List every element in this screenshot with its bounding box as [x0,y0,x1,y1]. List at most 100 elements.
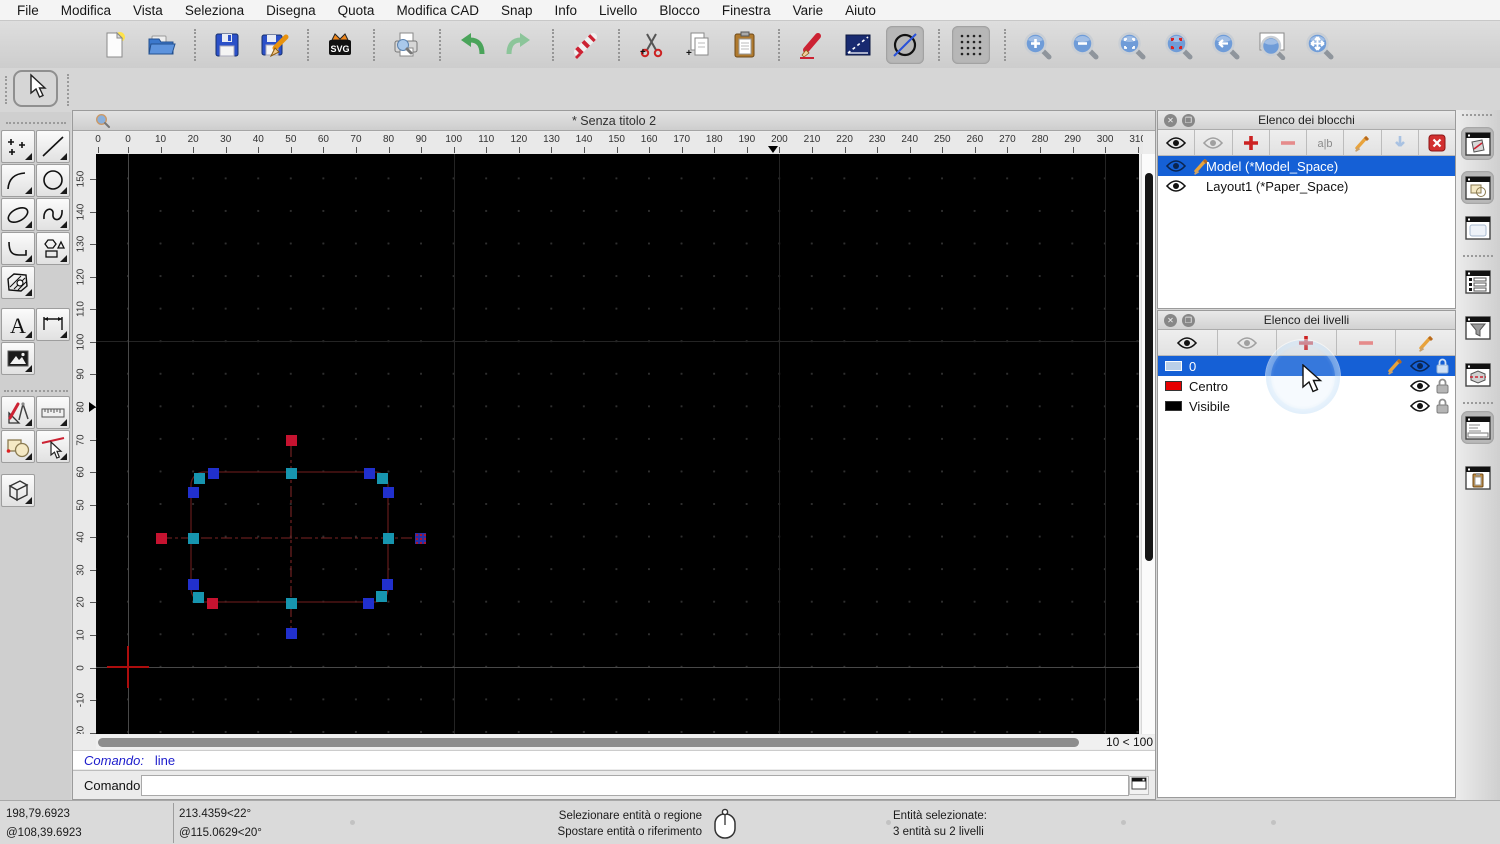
selection-handle-red[interactable] [206,597,218,609]
selection-handle-blue[interactable] [207,467,219,479]
lock-icon[interactable] [1436,398,1449,414]
zoom-in-button[interactable] [1018,26,1056,64]
modify-shapes-tool-button[interactable] [1,430,35,463]
selection-handle-teal[interactable] [285,597,297,609]
zoom-selection-button[interactable] [1159,26,1197,64]
selection-tool-button[interactable] [13,70,58,107]
selection-handle-teal[interactable] [285,467,297,479]
selection-handle-teal[interactable] [376,472,388,484]
pencil-button[interactable] [1396,330,1455,355]
selection-handle-blue[interactable] [363,467,375,479]
menu-file[interactable]: File [6,3,50,18]
menu-snap[interactable]: Snap [490,3,544,18]
cut-button[interactable]: + [632,26,670,64]
layer-row[interactable]: 0 [1158,356,1455,376]
block-row[interactable]: Layout1 (*Paper_Space) [1158,176,1455,196]
menu-seleziona[interactable]: Seleziona [174,3,255,18]
plus-button[interactable] [1233,130,1270,155]
selection-handle-blue[interactable] [362,597,374,609]
selection-handle-teal[interactable] [375,590,387,602]
grid-toggle-button[interactable] [952,25,990,64]
close-icon[interactable]: ✕ [1164,114,1177,127]
block-row[interactable]: Model (*Model_Space) [1158,156,1455,176]
selection-handle-red[interactable] [285,434,297,446]
selection-handle-blue[interactable] [285,627,297,639]
selection-handle-blue[interactable] [381,578,393,590]
pan-button[interactable] [1300,26,1338,64]
save-as-button[interactable] [255,26,293,64]
save-button[interactable] [208,26,246,64]
eye-icon[interactable] [1166,179,1186,193]
menu-varie[interactable]: Varie [782,3,835,18]
red-x-button[interactable] [1419,130,1455,155]
minus-button[interactable] [1337,330,1397,355]
eye-icon[interactable] [1410,379,1430,393]
ab-button[interactable]: a|b [1307,130,1345,155]
line-tool-button[interactable] [36,130,70,163]
circle-tool-button[interactable] [36,164,70,197]
plus-button[interactable] [1277,330,1337,355]
selection-handle-blue[interactable] [187,578,199,590]
box3d-tool-button[interactable] [1,474,35,507]
win-clip-toggle-button[interactable] [1461,461,1494,494]
horizontal-scrollbar-thumb[interactable] [98,738,1079,747]
command-input[interactable] [141,775,1129,796]
zoom-auto-button[interactable] [1112,26,1150,64]
menu-quota[interactable]: Quota [327,3,386,18]
drawing-window-titlebar[interactable]: * Senza titolo 2 [73,111,1155,131]
shapes-tool-button[interactable] [36,232,70,265]
layer-row[interactable]: Centro [1158,376,1455,396]
ruler-tool-button[interactable] [36,396,70,429]
pencil-button[interactable] [1344,130,1382,155]
win-list-toggle-button[interactable] [1461,265,1494,298]
zoom-previous-button[interactable] [1206,26,1244,64]
win-layer-toggle-button[interactable] [1461,171,1494,204]
win-wall-toggle-button[interactable] [1461,358,1494,391]
menu-disegna[interactable]: Disegna [255,3,327,18]
menu-info[interactable]: Info [544,3,589,18]
pencil-icon[interactable] [1386,357,1404,375]
vertical-scrollbar[interactable] [1141,154,1155,734]
menu-modifica-cad[interactable]: Modifica CAD [385,3,490,18]
drawing-canvas[interactable] [96,154,1139,734]
eye-off-button[interactable] [1218,330,1278,355]
menu-blocco[interactable]: Blocco [648,3,711,18]
hatch-tool-button[interactable] [1,266,35,299]
menu-vista[interactable]: Vista [122,3,174,18]
selection-handle-red[interactable] [155,532,167,544]
spline-tool-button[interactable] [36,198,70,231]
win-filter-toggle-button[interactable] [1461,311,1494,344]
eye-icon[interactable] [1166,159,1186,173]
eye-off-button[interactable] [1195,130,1233,155]
zoom-window-button[interactable] [1253,26,1291,64]
close-icon[interactable]: ✕ [1164,314,1177,327]
dimension-tool-button[interactable] [36,308,70,341]
eraser-pen-button[interactable] [566,26,604,64]
win-block-toggle-button[interactable] [1461,127,1494,160]
lock-icon[interactable] [1436,358,1449,374]
circle-slash-button[interactable] [886,25,924,64]
menu-finestra[interactable]: Finestra [711,3,782,18]
print-preview-button[interactable] [387,26,425,64]
selection-handle-teal[interactable] [193,472,205,484]
menu-aiuto[interactable]: Aiuto [834,3,887,18]
image-tool-button[interactable] [1,342,35,375]
redo-button[interactable] [500,26,538,64]
float-panel-icon[interactable]: ❐ [1182,314,1195,327]
ellipse-tool-button[interactable] [1,198,35,231]
menu-livello[interactable]: Livello [588,3,648,18]
edit-tools-tool-button[interactable] [1,396,35,429]
selection-handle-teal[interactable] [187,532,199,544]
polyline-tool-button[interactable] [1,232,35,265]
text-tool-button[interactable]: A [1,308,35,341]
new-file-button[interactable] [95,26,133,64]
horizontal-scrollbar[interactable]: 10 < 100 [96,735,1155,749]
menu-modifica[interactable]: Modifica [50,3,122,18]
copy-button[interactable]: + [679,26,717,64]
points-tool-button[interactable] [1,130,35,163]
selection-handle-teal[interactable] [192,591,204,603]
arc-tool-button[interactable] [1,164,35,197]
layer-row[interactable]: Visibile [1158,396,1455,416]
selection-handle-blue[interactable] [382,486,394,498]
selection-handle-teal[interactable] [382,532,394,544]
